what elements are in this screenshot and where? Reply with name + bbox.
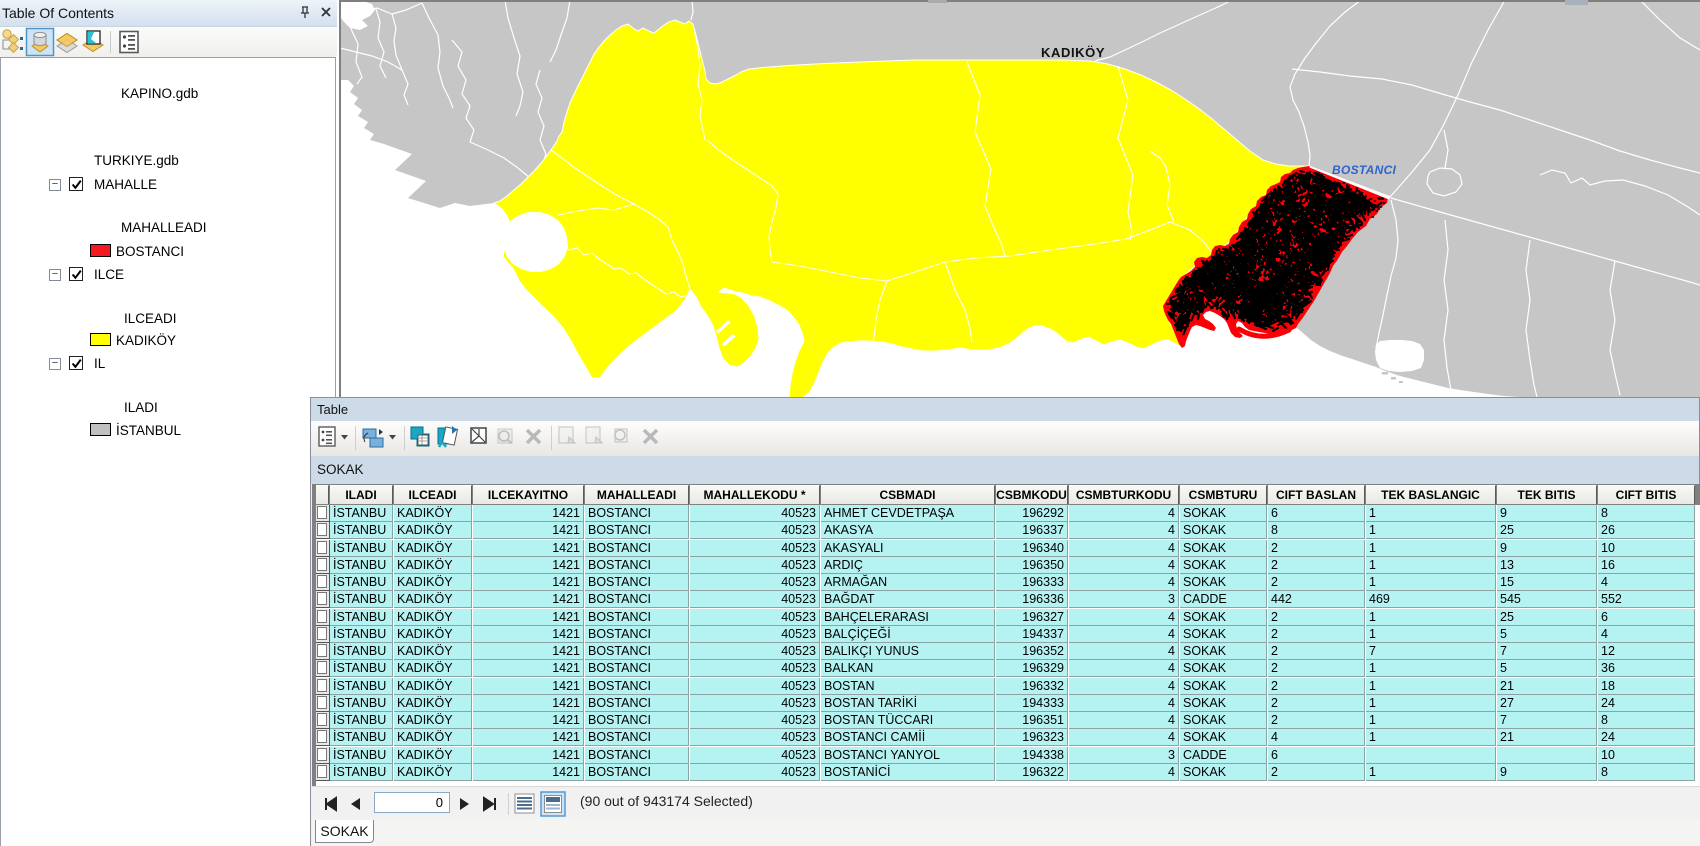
svg-text:BOSTANCI: BOSTANCI bbox=[1332, 163, 1397, 177]
svg-text:KADIKÖY: KADIKÖY bbox=[1041, 45, 1105, 60]
